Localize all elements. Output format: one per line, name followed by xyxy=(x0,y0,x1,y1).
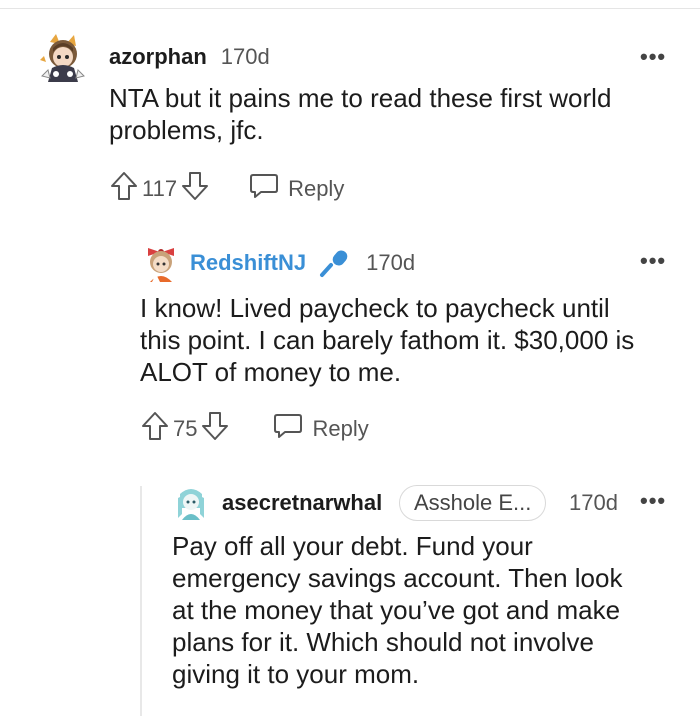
comment-body: I know! Lived paycheck to paycheck until… xyxy=(140,292,634,388)
more-options-icon[interactable]: ••• xyxy=(640,250,666,272)
reply-label: Reply xyxy=(288,176,345,201)
comment-age: 170d xyxy=(220,44,270,69)
comment-line: emergency savings account. Then look xyxy=(172,563,623,593)
reply-button[interactable]: Reply xyxy=(248,171,344,207)
username[interactable]: azorphan xyxy=(109,44,207,70)
username[interactable]: asecretnarwhal xyxy=(222,490,382,516)
microphone-icon xyxy=(318,248,350,278)
comment-bubble-icon xyxy=(248,171,280,207)
comment-line: NTA but it pains me to read these first … xyxy=(109,83,612,113)
upvote-icon[interactable] xyxy=(109,170,139,208)
reply-label: Reply xyxy=(312,416,369,441)
narwhal-avatar-icon[interactable] xyxy=(172,484,210,522)
comment-body: NTA but it pains me to read these first … xyxy=(109,82,611,146)
username[interactable]: RedshiftNJ xyxy=(190,250,306,276)
comment-line: problems, jfc. xyxy=(109,115,264,145)
bow-girl-avatar-icon[interactable] xyxy=(140,242,182,284)
comment-age: 170d xyxy=(366,250,416,275)
more-options-icon[interactable]: ••• xyxy=(640,490,666,512)
comment-bubble-icon xyxy=(272,411,304,447)
divider xyxy=(0,8,700,9)
vote-count: 75 xyxy=(173,416,198,441)
more-options-icon[interactable]: ••• xyxy=(640,46,666,68)
comment-age: 170d xyxy=(569,490,618,515)
comment-body: Pay off all your debt. Fund your emergen… xyxy=(172,530,622,690)
comment-line: I know! Lived paycheck to paycheck until xyxy=(140,293,610,323)
comment-line: this point. I can barely fathom it. $30,… xyxy=(140,325,635,355)
comment-line: plans for it. Which should not involve xyxy=(172,627,594,657)
user-flair-badge: Asshole E... xyxy=(399,485,547,521)
comment-thread: azorphan 170d ••• NTA but it pains me to… xyxy=(0,0,700,716)
comment-line: ALOT of money to me. xyxy=(140,357,402,387)
anime-character-avatar-icon[interactable] xyxy=(36,32,90,86)
comment-line: Pay off all your debt. Fund your xyxy=(172,531,533,561)
downvote-icon[interactable] xyxy=(200,410,230,448)
downvote-icon[interactable] xyxy=(180,170,210,208)
comment-line: at the money that you’ve got and make xyxy=(172,595,621,625)
upvote-icon[interactable] xyxy=(140,410,170,448)
comment-line: giving it to your mom. xyxy=(172,659,420,689)
reply-button[interactable]: Reply xyxy=(272,411,369,447)
thread-line[interactable] xyxy=(140,486,142,716)
vote-count: 117 xyxy=(142,176,178,201)
